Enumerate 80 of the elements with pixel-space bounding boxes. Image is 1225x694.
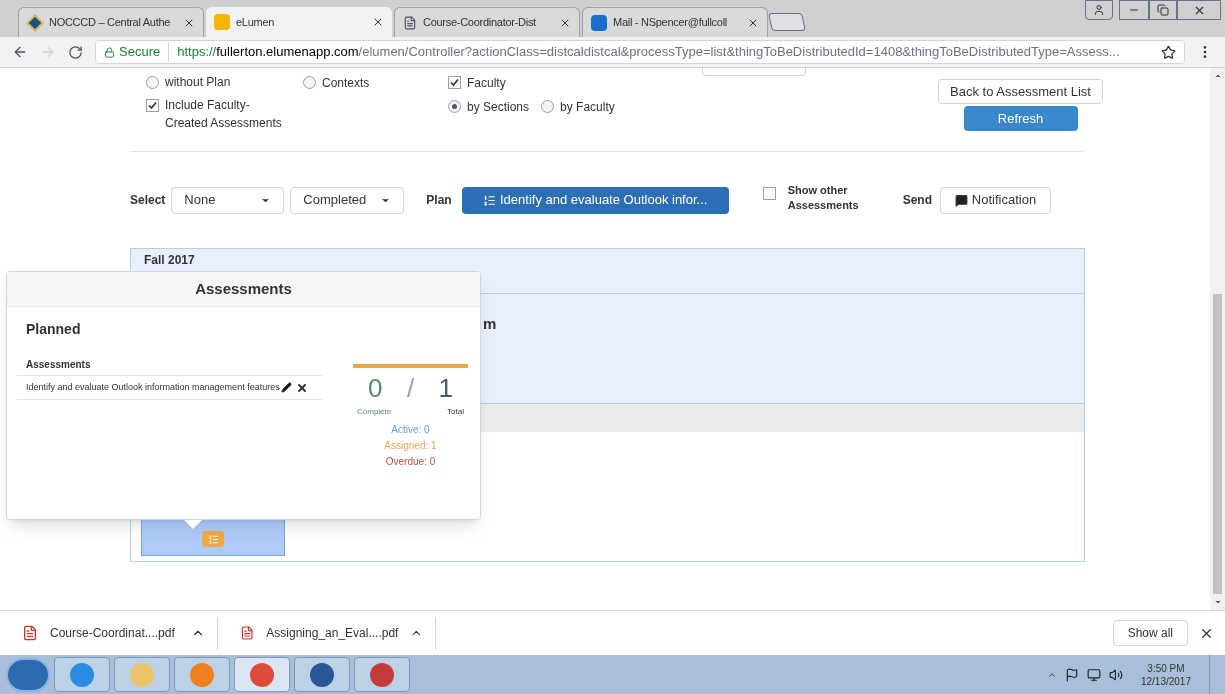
checkbox[interactable] <box>762 187 776 200</box>
filter-label: Include Faculty- Created Assessments <box>165 97 282 132</box>
tab-title: Mail - NSpencer@fullcoll <box>613 15 728 31</box>
browser-tab[interactable]: eLumen <box>206 7 392 37</box>
radio-button[interactable] <box>448 100 461 113</box>
status-count: Assigned: 1 <box>384 439 437 453</box>
term-heading: Fall 2017 <box>144 253 195 267</box>
restore-button[interactable] <box>1149 0 1177 20</box>
network-icon[interactable] <box>1086 667 1101 682</box>
planned-heading: Planned <box>25 320 82 339</box>
close-icon[interactable] <box>372 16 384 28</box>
filter-label: by Faculty <box>560 99 615 116</box>
filter-label: Faculty <box>467 75 506 92</box>
filter-label: without Plan <box>165 74 231 91</box>
restore-icon[interactable] <box>1157 4 1169 16</box>
download-item[interactable]: Assigning_an_Eval....pdf <box>218 616 436 650</box>
filter-label: by Sections <box>467 99 530 116</box>
show-all-button[interactable]: Show all <box>1112 620 1188 646</box>
download-item[interactable]: Course-Coordinat....pdf <box>0 616 218 650</box>
profile-button[interactable] <box>1085 0 1113 20</box>
download-filename: Course-Coordinat....pdf <box>50 625 176 642</box>
complete-count: 0 <box>368 372 383 405</box>
checkbox[interactable] <box>146 99 159 112</box>
dropdown[interactable]: Completed <box>290 186 405 214</box>
flag-icon[interactable] <box>1064 667 1079 682</box>
notification-button[interactable]: Notification <box>940 186 1051 214</box>
send-label: Send <box>902 192 932 209</box>
assessment-name: Identify and evaluate Outlook information management features <box>26 380 280 394</box>
status-count: Active: 0 <box>391 423 430 437</box>
radio-button[interactable] <box>541 100 555 113</box>
new-tab-button[interactable] <box>768 13 806 31</box>
total-count: 1 <box>438 372 453 405</box>
browser-tab[interactable]: Course-Coordinator-Dist <box>394 7 580 37</box>
refresh-button[interactable]: Refresh <box>963 106 1078 131</box>
browser-tab[interactable]: NOCCCD – Central Authe <box>18 7 204 37</box>
address-field[interactable]: Secure https://fullerton.elumenapp.com/elumen/Controller?actionClass=distcaldistcal&processType=list&thingToBeDistributedId=1408&thingToBeDistributedType=Assess... <box>95 40 1185 64</box>
lock-icon <box>104 46 115 58</box>
tab-title: Course-Coordinator-Dist <box>423 15 537 31</box>
plan-label: Plan <box>426 192 452 209</box>
scroll-down-icon[interactable] <box>1213 598 1222 606</box>
delete-icon[interactable] <box>295 381 308 394</box>
bookmark-star-icon[interactable] <box>1161 44 1176 60</box>
course-title-fragment: m <box>483 315 497 332</box>
e-logo-icon <box>214 14 230 30</box>
url-text: https://fullerton.elumenapp.com/elumen/Controller?actionClass=distcaldistcal&processType=list&thingToBeDistributedId=1408&thingToBeDistributedType=Assess... <box>176 43 1120 62</box>
browser-tab[interactable]: Mail - NSpencer@fullcoll <box>582 7 768 37</box>
list-icon <box>483 193 496 207</box>
clock-date: 12/13/2017 <box>1140 674 1191 688</box>
tab-title: eLumen <box>236 14 276 30</box>
checkbox[interactable] <box>448 76 461 89</box>
reload-icon[interactable] <box>68 44 83 60</box>
person-icon[interactable] <box>1093 4 1105 16</box>
scroll-up-icon[interactable] <box>1213 72 1222 80</box>
tab-title: NOCCCD – Central Authe <box>49 15 172 31</box>
plan-button[interactable]: Identify and evaluate Outlook infor... <box>461 186 729 214</box>
total-label: Total <box>447 406 464 418</box>
secure-label: Secure <box>119 42 170 62</box>
radio-button[interactable] <box>146 76 159 89</box>
clock-time: 3:50 PM <box>1147 661 1185 675</box>
status-count: Overdue: 0 <box>385 455 436 469</box>
complete-label: Complete <box>357 406 392 418</box>
document-icon <box>403 15 417 30</box>
pdf-icon <box>22 625 38 641</box>
filter-label: Contexts <box>322 75 370 92</box>
download-filename: Assigning_an_Eval....pdf <box>266 625 399 642</box>
minimize-button[interactable] <box>1119 0 1149 20</box>
dropdown[interactable]: None <box>171 186 285 214</box>
back-to-list-button[interactable]: Back to Assessment List <box>938 79 1103 104</box>
edit-icon[interactable] <box>280 382 292 393</box>
volume-icon[interactable] <box>1108 667 1123 682</box>
select-label: Select <box>130 192 166 209</box>
show-other-label: Show other Assessments <box>787 183 859 213</box>
speech-bubble-icon <box>954 193 968 207</box>
assessments-heading: Assessments <box>17 357 322 376</box>
popover-title: Assessments <box>195 278 292 299</box>
back-icon[interactable] <box>12 44 28 60</box>
slash-separator: / <box>406 372 415 405</box>
radio-button[interactable] <box>303 76 316 89</box>
mail-logo-icon <box>591 14 607 31</box>
pdf-icon <box>240 625 255 641</box>
